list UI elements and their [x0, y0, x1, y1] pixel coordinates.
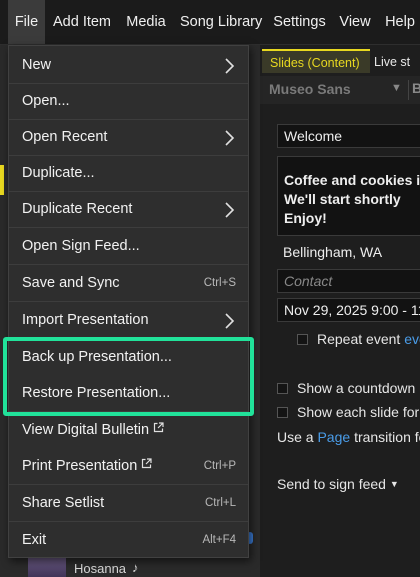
file-menu: New Open... Open Recent Duplicate... Dup… — [8, 45, 249, 558]
countdown-label: Show a countdown — [297, 380, 416, 396]
contact-field[interactable]: Contact — [277, 269, 420, 293]
caret-down-icon: ▼ — [389, 479, 399, 489]
send-label: Send to sign feed — [277, 476, 386, 492]
menu-item-open-sign-feed[interactable]: Open Sign Feed... — [9, 229, 248, 265]
message-field[interactable]: Coffee and cookies in We'll start shortl… — [277, 156, 420, 236]
repeat-label: Repeat event — [317, 331, 401, 347]
divider — [408, 80, 409, 100]
font-toolbar: Museo Sans ▼ B — [260, 76, 420, 104]
menu-item-new[interactable]: New — [9, 48, 248, 84]
thumbnail — [28, 557, 66, 577]
external-link-icon — [142, 458, 152, 469]
transition-link[interactable]: Page — [317, 429, 350, 445]
tab-slides-content[interactable]: Slides (Content) — [262, 49, 370, 73]
highlight-box — [3, 337, 254, 416]
menu-item-open[interactable]: Open... — [9, 84, 248, 120]
menu-media[interactable]: Media — [124, 0, 168, 44]
font-family-select[interactable]: Museo Sans — [269, 81, 351, 97]
shortcut-label: Ctrl+S — [203, 277, 236, 289]
setlist-item[interactable]: Hosanna ♪ — [28, 557, 260, 577]
tab-live[interactable]: Live st — [374, 51, 410, 73]
setlist-item-label: Hosanna — [74, 561, 127, 576]
chevron-right-icon — [225, 202, 235, 218]
menu-item-duplicate[interactable]: Duplicate... — [9, 156, 248, 192]
music-note-icon: ♪ — [132, 560, 139, 575]
transition-row: Use a Page transition fo — [277, 429, 420, 445]
menu-view[interactable]: View — [339, 0, 371, 44]
transition-prefix: Use a — [277, 429, 314, 445]
selection-accent — [0, 165, 4, 195]
menu-file[interactable]: File — [8, 0, 45, 44]
menu-bar: File Add Item Media Song Library Setting… — [0, 0, 420, 45]
menu-item-open-recent[interactable]: Open Recent — [9, 120, 248, 156]
chevron-right-icon — [225, 130, 235, 146]
each-slide-label: Show each slide for — [297, 404, 420, 420]
shortcut-label: Ctrl+P — [203, 460, 236, 472]
menu-add-item[interactable]: Add Item — [52, 0, 112, 44]
menu-help[interactable]: Help — [384, 0, 416, 44]
menu-item-share-setlist[interactable]: Share Setlist Ctrl+L — [9, 486, 248, 522]
title-field[interactable]: Welcome — [277, 124, 420, 148]
external-link-icon — [153, 422, 164, 433]
menu-item-duplicate-recent[interactable]: Duplicate Recent — [9, 192, 248, 228]
transition-suffix: transition fo — [354, 429, 420, 445]
menu-item-exit[interactable]: Exit Alt+F4 — [9, 523, 248, 559]
date-field[interactable]: Nov 29, 2025 9:00 - 11 — [277, 298, 420, 322]
chevron-down-icon[interactable]: ▼ — [391, 82, 402, 94]
location-field[interactable]: Bellingham, WA — [277, 241, 420, 265]
editor-tabs: Slides (Content) Live st — [260, 49, 420, 73]
countdown-checkbox[interactable] — [277, 383, 288, 394]
bold-button[interactable]: B — [412, 80, 420, 96]
menu-item-import-presentation[interactable]: Import Presentation — [9, 303, 248, 339]
chevron-right-icon — [225, 58, 235, 74]
chevron-right-icon — [225, 313, 235, 329]
menu-settings[interactable]: Settings — [273, 0, 326, 44]
menu-item-save-and-sync[interactable]: Save and Sync Ctrl+S — [9, 266, 248, 302]
menu-item-view-digital-bulletin[interactable]: View Digital Bulletin — [9, 413, 248, 449]
each-slide-checkbox[interactable] — [277, 407, 288, 418]
shortcut-label: Alt+F4 — [202, 534, 236, 546]
shortcut-label: Ctrl+L — [205, 497, 236, 509]
repeat-checkbox[interactable] — [297, 334, 308, 345]
send-to-sign-feed-button[interactable]: Send to sign feed ▼ — [277, 476, 399, 492]
menu-item-print-presentation[interactable]: Print Presentation Ctrl+P — [9, 449, 248, 485]
repeat-link[interactable]: eve — [404, 331, 420, 347]
menu-song-library[interactable]: Song Library — [180, 0, 262, 44]
